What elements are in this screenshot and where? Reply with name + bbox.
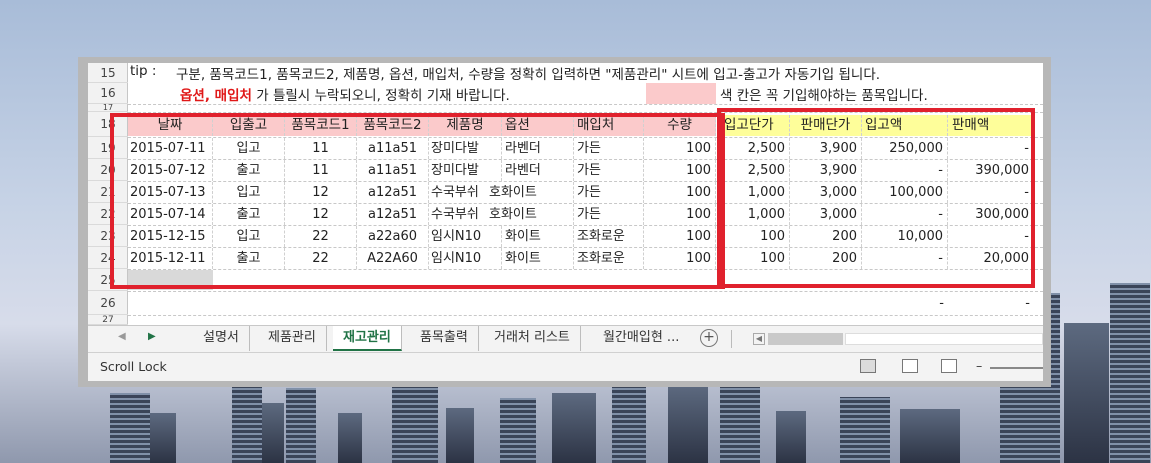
tip-line-2-red: 옵션, 매입처 — [180, 88, 252, 104]
status-text: Scroll Lock — [100, 359, 167, 374]
horizontal-scrollbar-thumb[interactable] — [768, 333, 843, 345]
scroll-right-icon[interactable]: ▶ — [148, 331, 156, 342]
row-number[interactable]: 16 — [88, 83, 128, 104]
tip-line-2-right: 색 칸은 꼭 기입해야하는 품목입니다. — [720, 88, 928, 104]
row-number[interactable]: 15 — [88, 63, 128, 83]
grid-line — [128, 315, 1043, 316]
spreadsheet-window: 15 16 17 18 19 20 21 22 23 24 25 26 27 t… — [78, 57, 1051, 387]
tab-sheet[interactable]: 월간매입현 ... — [593, 326, 689, 351]
tab-sheet[interactable]: 설명서 — [193, 326, 250, 351]
tip-line-2-rest: 가 틀릴시 누락되오니, 정확히 기재 바랍니다. — [251, 88, 510, 104]
divider — [731, 330, 732, 348]
add-sheet-icon[interactable]: + — [700, 329, 718, 347]
tip-label: tip : — [130, 63, 157, 79]
tip-line-2: 옵션, 매입처 가 틀릴시 누락되오니, 정확히 기재 바랍니다. — [180, 84, 510, 104]
horizontal-scrollbar-track[interactable] — [845, 333, 1043, 345]
tab-sheet-active[interactable]: 재고관리 — [333, 326, 402, 351]
hscroll-left-icon[interactable]: ◀ — [753, 333, 765, 345]
row-number[interactable]: 17 — [88, 104, 128, 112]
scroll-left-icon[interactable]: ◀ — [118, 331, 126, 342]
row-number[interactable]: 26 — [88, 291, 128, 315]
right-highlight-box — [717, 108, 1035, 288]
tab-sheet[interactable]: 거래처 리스트 — [484, 326, 581, 351]
tab-sheet[interactable]: 제품관리 — [258, 326, 327, 351]
row-number[interactable]: 27 — [88, 315, 128, 325]
cell-in-amount[interactable]: - — [862, 293, 948, 314]
grid-line — [128, 291, 1043, 292]
cell-sale-amount[interactable]: - — [948, 293, 1034, 314]
tip-line-1: 구분, 품목코드1, 품목코드2, 제품명, 옵션, 매입처, 수량을 정확히 … — [176, 67, 881, 83]
page-layout-view-icon[interactable] — [902, 359, 918, 373]
left-highlight-box — [110, 113, 725, 289]
status-bar: Scroll Lock – — [88, 352, 1043, 381]
tab-sheet[interactable]: 품목출력 — [410, 326, 479, 351]
sheet-tab-bar: ◀ ▶ 설명서 제품관리 재고관리 품목출력 거래처 리스트 월간매입현 ...… — [88, 325, 1043, 352]
zoom-out-button[interactable]: – — [976, 358, 982, 373]
grid-line — [128, 104, 1043, 105]
page-break-view-icon[interactable] — [941, 359, 957, 373]
normal-view-icon[interactable] — [860, 359, 876, 373]
required-color-swatch — [646, 83, 716, 104]
zoom-slider[interactable] — [990, 367, 1043, 369]
spreadsheet-area: 15 16 17 18 19 20 21 22 23 24 25 26 27 t… — [88, 63, 1043, 381]
